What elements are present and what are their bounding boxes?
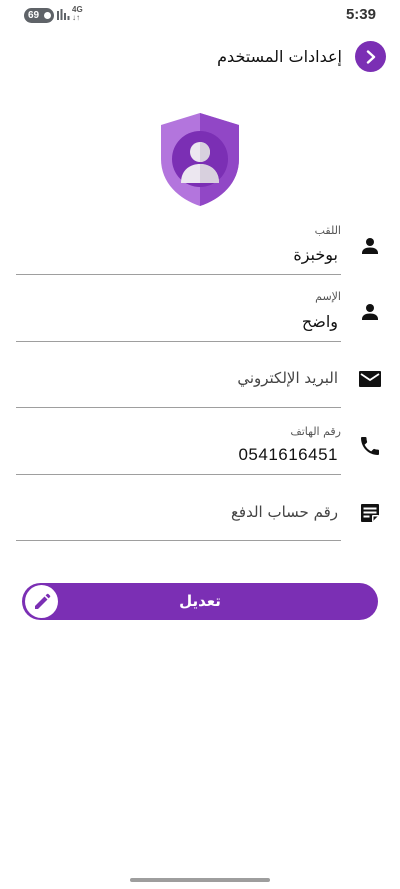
name-field-label: الإسم [315, 290, 341, 303]
title-field-label: اللقب [314, 224, 341, 237]
name-field-value: واضح [301, 312, 338, 331]
payment-account-field-placeholder: رقم حساب الدفع [230, 503, 338, 521]
name-field[interactable]: الإسم واضح [16, 288, 341, 342]
person-icon [362, 238, 378, 254]
phone-icon [361, 437, 379, 455]
title-field-value: بوخبزة [293, 245, 338, 264]
edit-button[interactable]: تعديل [22, 583, 378, 620]
status-bar: 69 4G ↓↑ 5:39 [0, 0, 400, 30]
battery-dot-icon [44, 12, 51, 19]
payment-account-field[interactable]: رقم حساب الدفع [16, 488, 341, 541]
chevron-right-icon [366, 49, 375, 64]
battery-indicator: 69 [24, 8, 54, 23]
email-field[interactable]: البريد الإلكتروني [16, 355, 341, 408]
signal-strength-icon [57, 9, 70, 20]
page-title: إعدادات المستخدم [217, 47, 342, 66]
note-icon [361, 504, 379, 522]
person-icon [362, 304, 378, 320]
back-button[interactable] [355, 41, 386, 72]
status-time: 5:39 [345, 6, 376, 23]
mail-icon [359, 371, 381, 387]
phone-field-value: 0541616451 [238, 445, 338, 464]
home-indicator[interactable] [130, 878, 270, 882]
user-shield-icon [161, 113, 239, 206]
title-field[interactable]: اللقب بوخبزة [16, 222, 341, 275]
phone-field-label: رقم الهاتف [290, 425, 341, 438]
battery-level: 69 [28, 10, 40, 21]
email-field-placeholder: البريد الإلكتروني [237, 369, 338, 387]
edit-button-label: تعديل [179, 592, 221, 610]
network-type: 4G ↓↑ [72, 5, 83, 22]
phone-field[interactable]: رقم الهاتف 0541616451 [16, 421, 341, 475]
